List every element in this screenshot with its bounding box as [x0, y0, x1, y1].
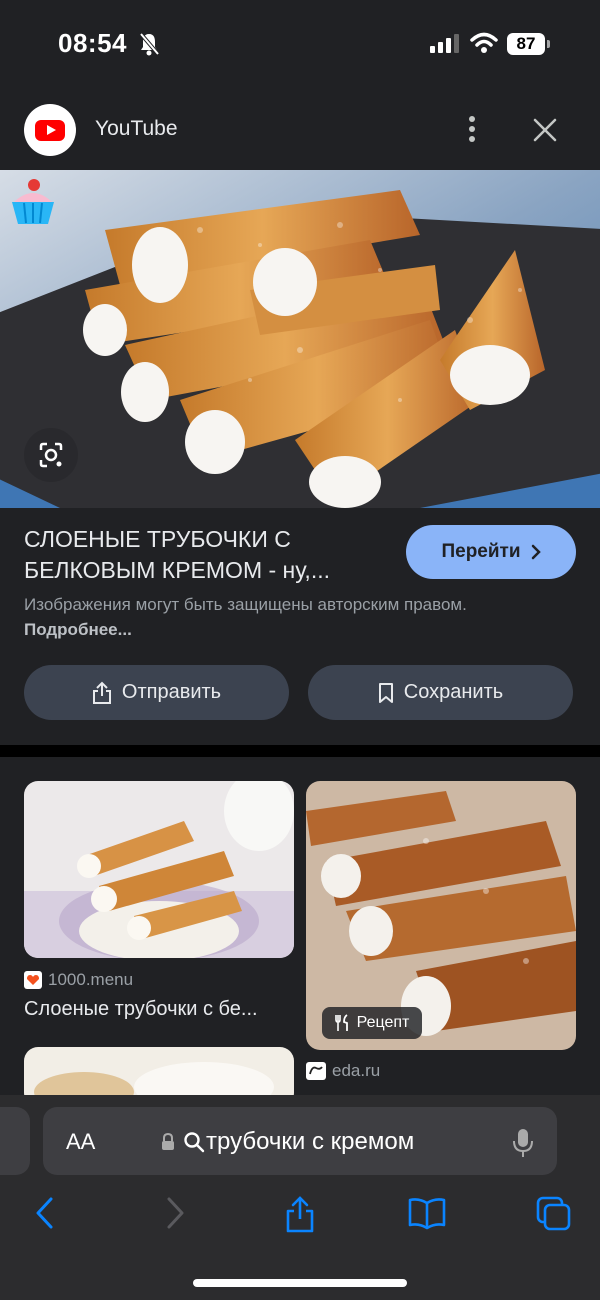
recipe-badge: Рецепт — [322, 1007, 422, 1039]
learn-more-link[interactable]: Подробнее... — [24, 620, 132, 639]
status-bar: 08:54 87 — [0, 0, 600, 90]
home-indicator — [193, 1279, 407, 1287]
wifi-icon — [470, 32, 498, 53]
youtube-logo-icon[interactable] — [24, 104, 76, 156]
visit-button-label: Перейти — [441, 541, 521, 562]
cellular-signal-icon — [430, 34, 459, 53]
cupcake-logo-icon — [12, 179, 54, 224]
share-label: Отправить — [121, 681, 222, 703]
copyright-text: Изображения могут быть защищены авторски… — [24, 595, 467, 614]
related-source-2[interactable]: eda.ru — [306, 1061, 380, 1081]
site-favicon-icon — [24, 971, 42, 989]
share-page-icon[interactable] — [284, 1195, 316, 1235]
status-time: 08:54 — [58, 28, 127, 58]
section-divider — [0, 745, 600, 757]
lens-icon — [39, 442, 63, 468]
source-header: YouTube — [0, 90, 600, 170]
share-icon — [92, 681, 111, 704]
reader-settings-button[interactable]: AA — [66, 1129, 95, 1155]
chevron-right-icon — [531, 544, 541, 560]
fork-knife-icon — [334, 1014, 348, 1031]
address-text[interactable]: трубочки с кремом — [206, 1128, 414, 1156]
related-source-name-2: eda.ru — [332, 1061, 381, 1080]
previous-tab-edge[interactable] — [0, 1107, 30, 1175]
microphone-icon[interactable] — [512, 1127, 534, 1159]
result-title[interactable]: СЛОЕНЫЕ ТРУБОЧКИ С БЕЛКОВЫМ КРЕМОМ - ну,… — [24, 524, 384, 586]
copyright-notice: Изображения могут быть защищены авторски… — [24, 592, 484, 642]
search-icon — [184, 1132, 205, 1153]
related-image-1[interactable] — [24, 781, 294, 958]
battery-level: 87 — [507, 33, 545, 55]
related-source-name-1: 1000.menu — [48, 970, 134, 989]
share-button[interactable]: Отправить — [24, 665, 289, 720]
close-icon[interactable] — [530, 115, 560, 145]
page: 08:54 87 YouTube СЛОЕНЫЕ ТРУБОЧКИ С БЕЛК… — [0, 0, 600, 1300]
more-options-icon[interactable] — [462, 114, 482, 144]
site-favicon-icon — [306, 1062, 326, 1080]
tabs-icon[interactable] — [535, 1195, 573, 1233]
battery-cap — [547, 40, 550, 48]
save-button[interactable]: Сохранить — [308, 665, 573, 720]
bell-muted-icon — [139, 32, 160, 56]
bookmarks-icon[interactable] — [407, 1195, 447, 1231]
google-lens-button[interactable] — [24, 428, 78, 482]
back-icon[interactable] — [33, 1195, 57, 1231]
forward-icon[interactable] — [163, 1195, 187, 1231]
recipe-badge-label: Рецепт — [356, 1014, 410, 1031]
related-source-1[interactable]: 1000.menu — [24, 970, 133, 990]
result-image[interactable] — [0, 170, 600, 508]
visit-button[interactable]: Перейти — [406, 525, 576, 579]
source-name[interactable]: YouTube — [95, 117, 178, 141]
related-title-1[interactable]: Слоеные трубочки с бе... — [24, 998, 296, 1021]
bookmark-icon — [378, 682, 393, 703]
save-label: Сохранить — [403, 681, 504, 703]
lock-icon — [162, 1133, 174, 1150]
